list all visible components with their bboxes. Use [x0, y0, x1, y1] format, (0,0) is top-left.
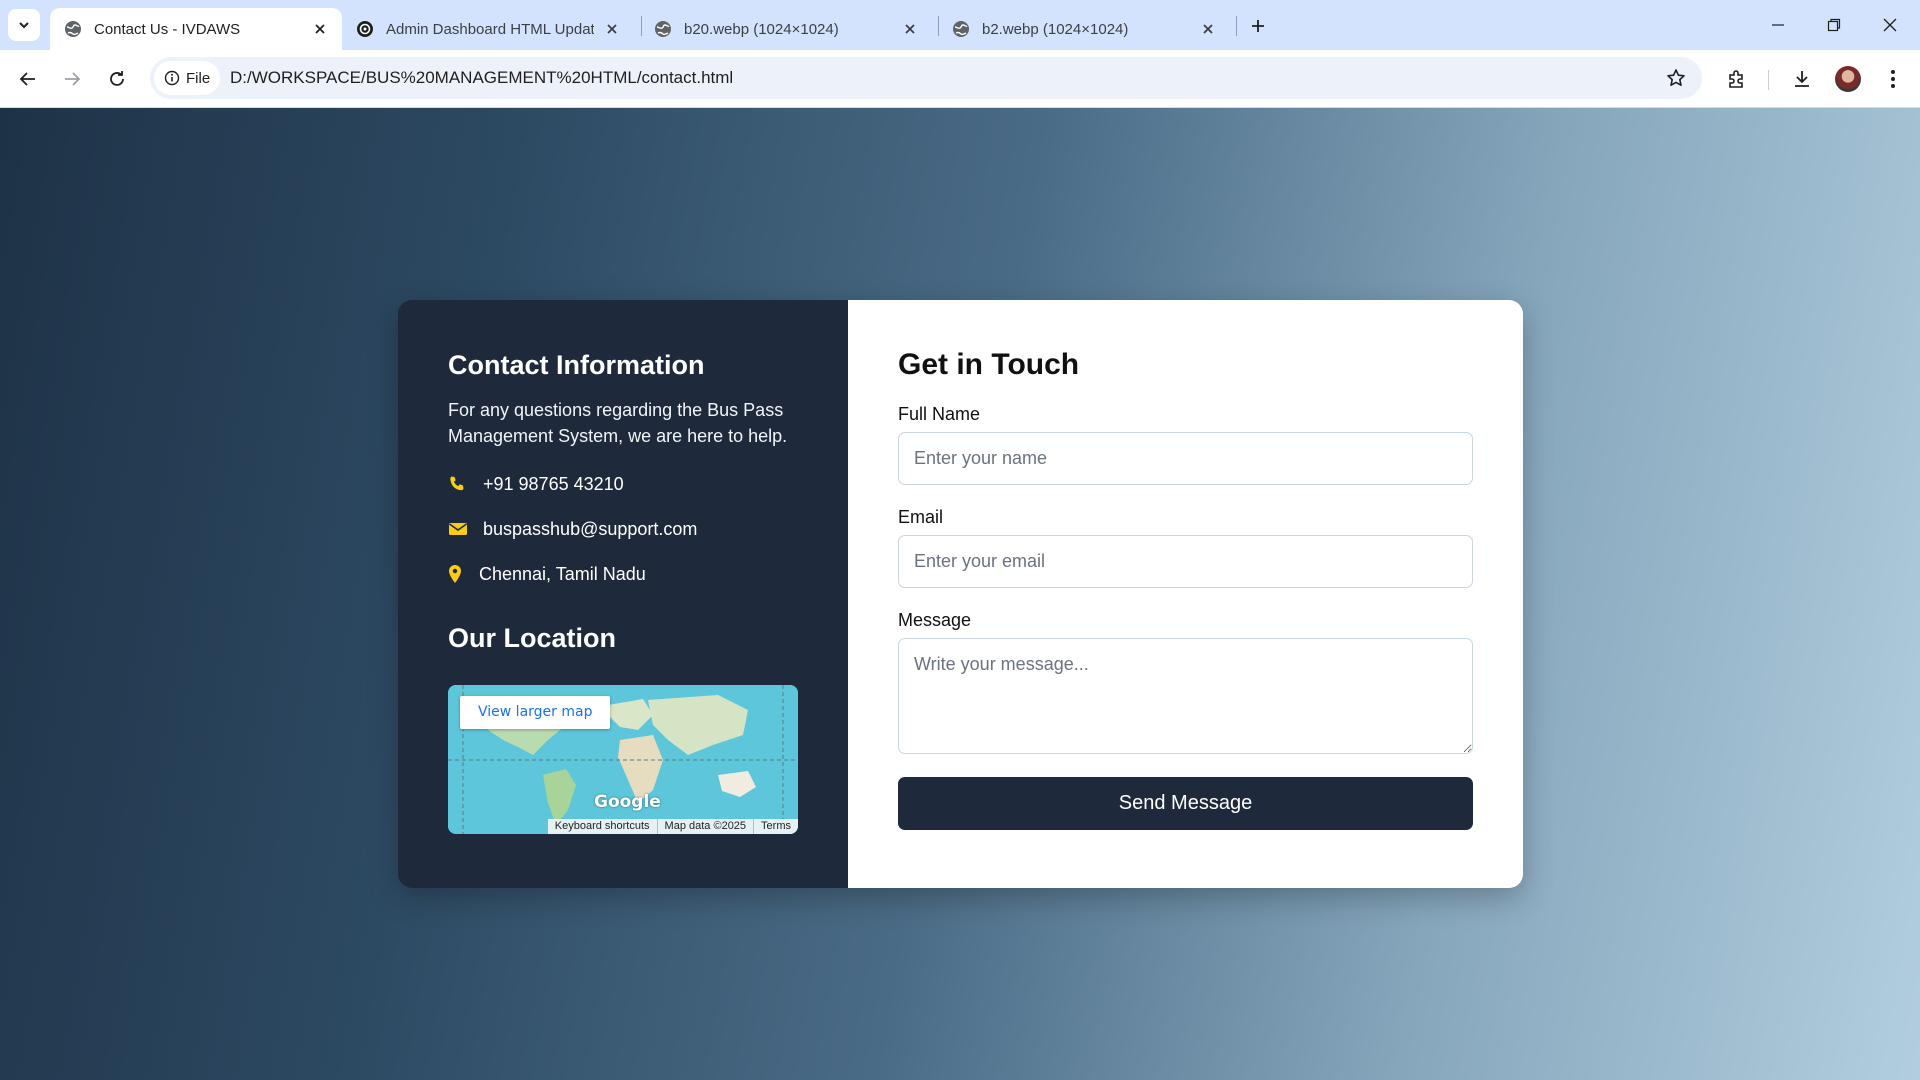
location-text: Chennai, Tamil Nadu	[479, 563, 646, 584]
full-name-input[interactable]	[898, 432, 1473, 485]
close-tab-icon[interactable]	[602, 19, 622, 39]
puzzle-icon	[1729, 70, 1743, 88]
reload-icon	[110, 71, 124, 86]
downloads-button[interactable]	[1786, 63, 1818, 95]
reload-button[interactable]	[101, 63, 133, 95]
restore-button[interactable]	[1806, 0, 1862, 50]
phone-row: +91 98765 43210	[448, 471, 798, 497]
tab-title: Admin Dashboard HTML Update	[386, 20, 594, 38]
chatgpt-icon	[357, 21, 373, 37]
view-larger-map-link[interactable]: View larger map	[460, 696, 611, 729]
email-address: buspasshub@support.com	[483, 518, 698, 539]
full-name-label: Full Name	[898, 404, 981, 424]
toolbar-separator	[1768, 70, 1769, 90]
new-tab-button[interactable]	[1244, 12, 1272, 40]
page-background: Contact Information For any questions re…	[0, 108, 1920, 1080]
envelope-icon	[449, 523, 467, 535]
tab-contact-us[interactable]: Contact Us - IVDAWS	[50, 8, 342, 50]
download-icon	[1795, 71, 1809, 87]
keyboard-shortcuts-link[interactable]: Keyboard shortcuts	[548, 819, 657, 834]
back-button[interactable]	[12, 63, 44, 95]
contact-form: Get in Touch Full Name Email Message Sen…	[848, 300, 1523, 888]
contact-info-title: Contact Information	[448, 350, 705, 380]
browser-toolbar: File D:/WORKSPACE/BUS%20MANAGEMENT%20HTM…	[0, 50, 1920, 108]
plus-icon	[1252, 20, 1264, 32]
close-window-button[interactable]	[1862, 0, 1918, 50]
tab-search-button[interactable]	[8, 9, 40, 41]
close-tab-icon[interactable]	[1198, 19, 1218, 39]
tab-admin-dashboard[interactable]: Admin Dashboard HTML Update	[342, 8, 634, 50]
arrow-right-icon	[65, 72, 81, 86]
email-row: buspasshub@support.com	[448, 516, 798, 542]
tab-b20-webp[interactable]: b20.webp (1024×1024)	[640, 8, 932, 50]
more-vertical-icon	[1891, 70, 1895, 88]
close-tab-icon[interactable]	[310, 19, 330, 39]
contact-card: Contact Information For any questions re…	[398, 300, 1523, 888]
tab-separator	[1236, 16, 1237, 36]
google-logo: Google	[594, 792, 661, 812]
site-info-chip[interactable]: File	[154, 61, 221, 95]
menu-button[interactable]	[1877, 63, 1909, 95]
address-bar[interactable]: File D:/WORKSPACE/BUS%20MANAGEMENT%20HTM…	[150, 57, 1702, 99]
tab-title: Contact Us - IVDAWS	[94, 20, 241, 38]
globe-icon	[65, 21, 81, 37]
profile-avatar[interactable]	[1835, 66, 1861, 92]
location-row: Chennai, Tamil Nadu	[448, 561, 798, 587]
close-icon	[1883, 18, 1897, 32]
terms-link[interactable]: Terms	[753, 819, 798, 834]
tab-b2-webp[interactable]: b2.webp (1024×1024)	[938, 8, 1230, 50]
globe-icon	[953, 21, 969, 37]
info-icon	[164, 70, 180, 86]
form-title: Get in Touch	[898, 348, 1080, 381]
phone-number: +91 98765 43210	[483, 473, 624, 494]
globe-icon	[655, 21, 671, 37]
chevron-down-icon	[19, 22, 29, 29]
tab-strip: Contact Us - IVDAWS Admin Dashboard HTML…	[0, 0, 1920, 50]
tab-title: b2.webp (1024×1024)	[982, 20, 1129, 38]
map-pin-icon	[449, 565, 461, 583]
map-data-label: Map data ©2025	[656, 819, 754, 834]
contact-info-panel: Contact Information For any questions re…	[398, 300, 848, 888]
message-label: Message	[898, 610, 972, 630]
tab-title: b20.webp (1024×1024)	[684, 20, 839, 38]
map-footer: Keyboard shortcuts Map data ©2025 Terms	[547, 819, 798, 834]
url-text[interactable]: D:/WORKSPACE/BUS%20MANAGEMENT%20HTML/con…	[230, 57, 733, 99]
send-message-button[interactable]: Send Message	[898, 777, 1473, 830]
restore-icon	[1827, 18, 1841, 32]
contact-info-description: For any questions regarding the Bus Pass…	[448, 400, 788, 446]
message-textarea[interactable]	[898, 638, 1473, 754]
embedded-map[interactable]: View larger map Google Keyboard shortcut…	[448, 685, 798, 834]
email-label: Email	[898, 507, 944, 527]
location-title: Our Location	[448, 623, 616, 653]
minimize-button[interactable]	[1750, 0, 1806, 50]
close-tab-icon[interactable]	[900, 19, 920, 39]
site-info-label: File	[186, 69, 211, 87]
star-icon	[1667, 69, 1685, 86]
extensions-button[interactable]	[1720, 63, 1752, 95]
phone-icon	[450, 476, 464, 491]
bookmark-star-button[interactable]	[1664, 66, 1688, 90]
minimize-icon	[1772, 24, 1784, 26]
email-input[interactable]	[898, 535, 1473, 588]
forward-button[interactable]	[56, 63, 88, 95]
arrow-left-icon	[19, 72, 35, 86]
